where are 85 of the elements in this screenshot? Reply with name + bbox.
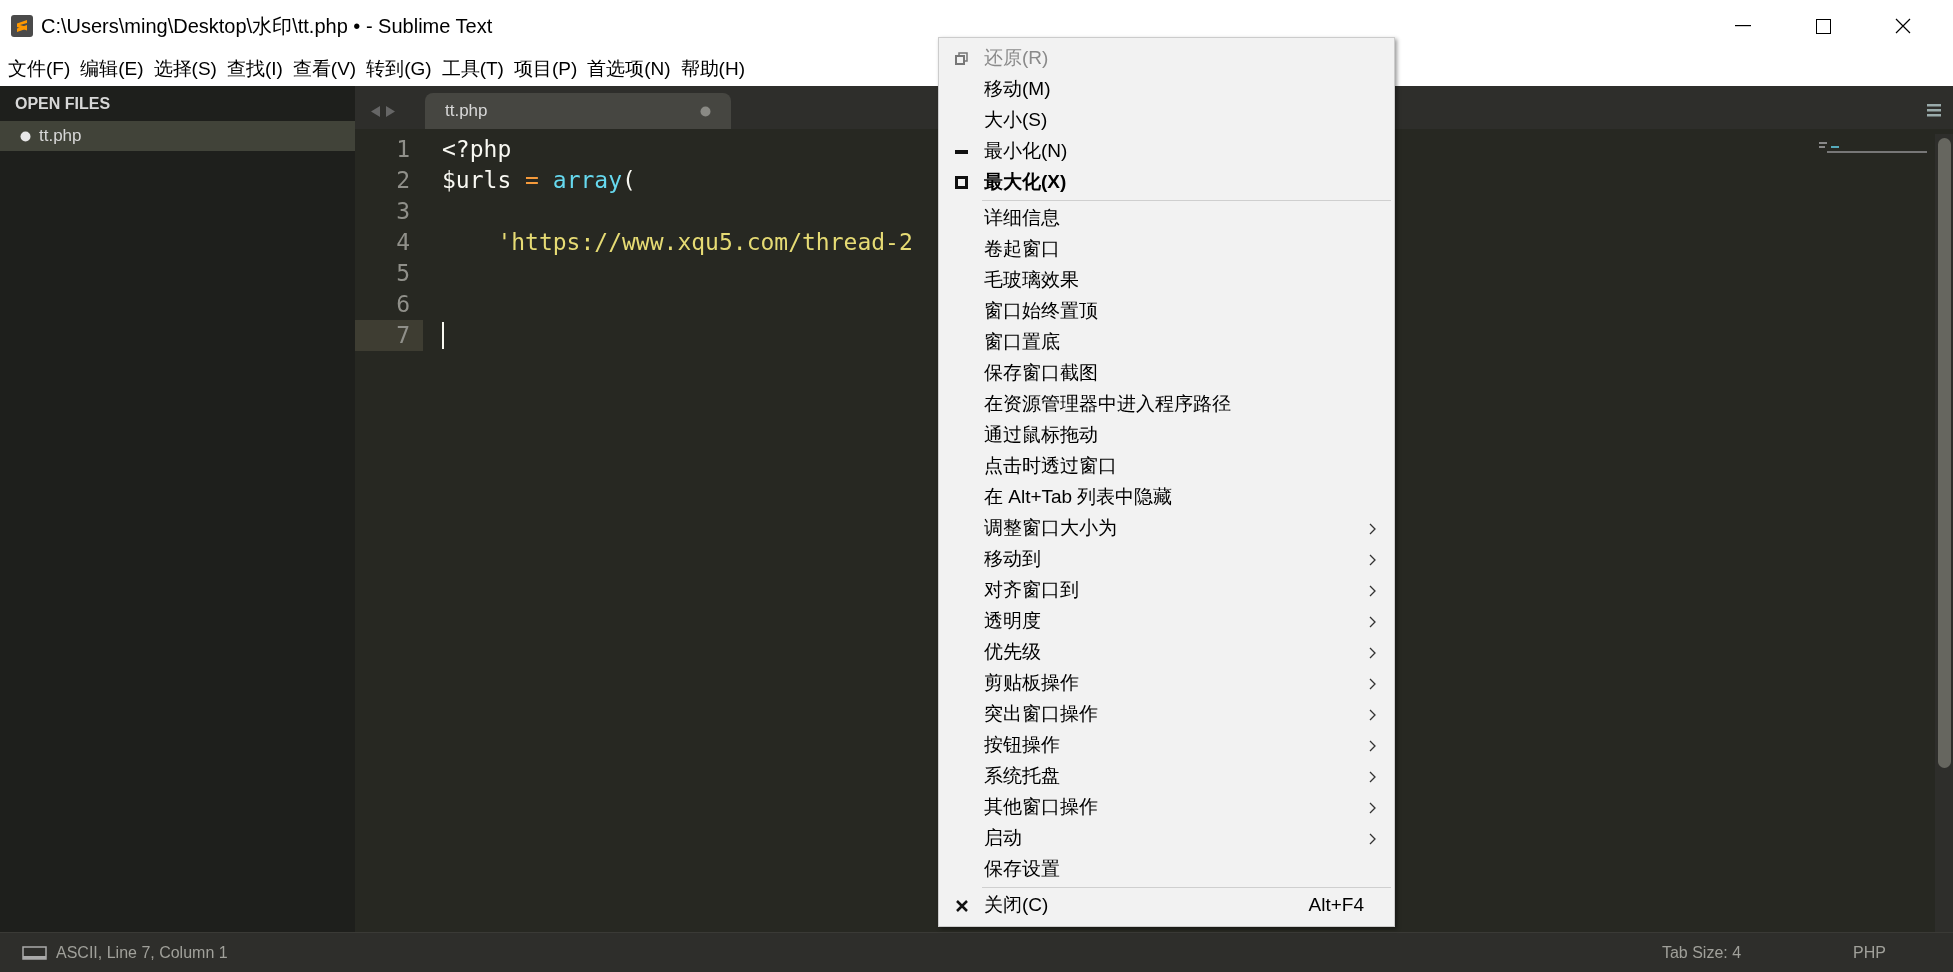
code-token: $urls [442,166,513,196]
context-menu-item[interactable]: 移动到 [939,544,1394,575]
open-file-item[interactable]: tt.php [0,121,355,151]
context-menu-item[interactable]: 保存窗口截图 [939,358,1394,389]
window-title: C:\Users\ming\Desktop\水印\tt.php • - Sublime Text [41,14,493,39]
restore-icon [955,52,968,65]
context-menu-item[interactable]: 调整窗口大小为 [939,513,1394,544]
chevron-right-icon [1369,615,1376,628]
scrollbar[interactable] [1935,134,1953,932]
context-menu-item[interactable]: 点击时透过窗口 [939,451,1394,482]
modified-dot-icon[interactable] [700,105,711,117]
menu-icon[interactable] [1927,103,1941,117]
menu-item[interactable]: 查看(V) [287,54,362,84]
menu-item[interactable]: 帮助(H) [675,54,750,84]
code-token: ( [622,166,636,196]
code-token: <?php [442,135,512,165]
chevron-right-icon [1369,708,1376,721]
line-number: 7 [396,321,410,351]
maximize-icon [955,176,968,189]
context-menu-item[interactable]: 详细信息 [939,203,1394,234]
maximize-icon [1815,18,1831,34]
context-menu-item[interactable]: 启动 [939,823,1394,854]
minimize-icon [1735,25,1751,27]
chevron-right-icon [1369,739,1376,752]
left-arrow-icon[interactable] [371,106,380,117]
menu-item[interactable]: 查找(I) [221,54,288,84]
chevron-right-icon [1369,677,1376,690]
context-menu-item[interactable]: 优先级 [939,637,1394,668]
chevron-right-icon [1369,832,1376,845]
chevron-right-icon [1369,801,1376,814]
chevron-right-icon [1369,770,1376,783]
menu-item[interactable]: 编辑(E) [75,54,149,84]
context-menu-item[interactable]: 保存设置 [939,854,1394,885]
context-menu-item[interactable]: 其他窗口操作 [939,792,1394,823]
chevron-right-icon [1369,522,1376,535]
chevron-right-icon [1369,553,1376,566]
line-number: 4 [396,228,410,258]
code-token: 'https://www.xqu5.com/thread-2 [496,228,913,258]
line-number: 1 [396,135,410,165]
line-number: 2 [396,166,410,196]
panel-icon[interactable] [22,945,47,960]
context-menu-item[interactable]: 最小化(N) [939,136,1394,167]
context-menu-item[interactable]: 透明度 [939,606,1394,637]
sidebar-header: OPEN FILES [15,93,111,114]
context-menu-item[interactable]: 对齐窗口到 [939,575,1394,606]
code-token: = [525,166,540,196]
right-arrow-icon[interactable] [386,106,395,117]
context-menu-item[interactable]: 毛玻璃效果 [939,265,1394,296]
scrollbar-thumb[interactable] [1937,138,1951,768]
menu-item[interactable]: 转到(G) [361,54,437,84]
menu-item[interactable]: 项目(P) [508,54,583,84]
tab-size-setting[interactable]: Tab Size: 4 [1661,940,1742,965]
context-menu-item[interactable]: 通过鼠标拖动 [939,420,1394,451]
context-menu-item[interactable]: 窗口始终置顶 [939,296,1394,327]
context-menu-item[interactable]: 移动(M) [939,74,1394,105]
line-number: 3 [396,197,410,227]
context-menu-item[interactable]: 突出窗口操作 [939,699,1394,730]
status-text: ASCII, Line 7, Column 1 [56,942,228,963]
context-menu-item[interactable]: 最大化(X) [939,167,1394,198]
context-menu-item[interactable]: 剪贴板操作 [939,668,1394,699]
menu-item[interactable]: 首选项(N) [582,54,676,84]
context-menu-item[interactable]: 按钮操作 [939,730,1394,761]
context-menu-item[interactable]: 大小(S) [939,105,1394,136]
context-menu-item[interactable]: 系统托盘 [939,761,1394,792]
menu-item[interactable]: 选择(S) [148,54,222,84]
file-tab[interactable]: tt.php [425,93,731,129]
minimize-icon [955,149,968,154]
line-number: 6 [396,290,410,320]
context-menu-item[interactable]: 在资源管理器中进入程序路径 [939,389,1394,420]
chevron-right-icon [1369,646,1376,659]
context-menu-item[interactable]: 关闭(C) Alt+F4 [939,890,1394,921]
app-logo-icon [11,15,33,37]
close-icon [955,899,968,912]
shortcut-text: Alt+F4 [1308,893,1364,918]
context-menu-item[interactable]: 卷起窗口 [939,234,1394,265]
text-cursor [442,322,444,349]
menu-item[interactable]: 工具(T) [436,54,509,84]
menu-item[interactable]: 文件(F) [3,54,76,84]
close-icon [1895,18,1911,34]
code-token: array [552,166,623,196]
chevron-right-icon [1369,584,1376,597]
context-menu-item[interactable]: 在 Alt+Tab 列表中隐藏 [939,482,1394,513]
line-number: 5 [396,259,410,289]
syntax-setting[interactable]: PHP [1853,940,1886,965]
context-menu-item[interactable]: 窗口置底 [939,327,1394,358]
